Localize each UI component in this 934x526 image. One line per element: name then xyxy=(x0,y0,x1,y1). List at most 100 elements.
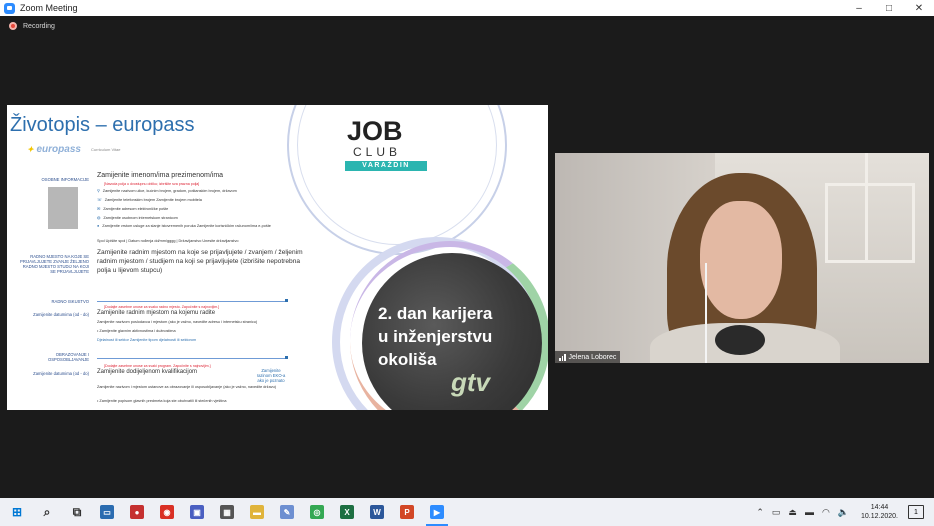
dates-experience: Zamijenite datumima (od - do) xyxy=(33,312,89,317)
location-icon: ⚲ xyxy=(97,189,100,193)
event-line-2: u inženjerstvu xyxy=(378,327,493,346)
record-icon xyxy=(9,22,17,30)
start-button-icon: ⊞ xyxy=(11,505,23,519)
app-explorer-icon: ▬ xyxy=(250,505,264,519)
exp-line-3: Djelatnost ili sektor Zamijenite tipom d… xyxy=(97,338,197,342)
edu-line-1: Zamijenite nazivom i mjestom ustanove za… xyxy=(97,385,276,389)
shared-screen-slide: Životopis – europass ✦ europass Curricul… xyxy=(7,105,548,410)
app-paint-icon: ✎ xyxy=(280,505,294,519)
divider-end xyxy=(285,356,288,359)
edu-line-2: • Zamijenite popisom glavnih predmeta ko… xyxy=(97,399,227,403)
app-drawing[interactable]: ▣ xyxy=(182,498,212,526)
position-text: Zamijenite radnim mjestom na koje se pri… xyxy=(97,249,303,274)
notification-icon[interactable]: 1 xyxy=(908,505,924,519)
app-zoom[interactable]: ▶ xyxy=(422,498,452,526)
recording-indicator[interactable]: Recording xyxy=(9,22,55,30)
job-club-city: VARAŽDIN xyxy=(345,161,427,171)
window-title: Zoom Meeting xyxy=(20,3,78,13)
volume-icon[interactable]: 🔈 xyxy=(838,507,849,518)
signal-icon xyxy=(559,353,566,361)
phone-icon: ☏ xyxy=(97,198,102,202)
recording-label: Recording xyxy=(23,22,55,30)
job-club-logo: JOB CLUB VARAŽDIN xyxy=(341,116,429,172)
clock[interactable]: 14:44 10.12.2020. xyxy=(861,503,898,521)
participant-face xyxy=(700,201,782,319)
contact-website: ◍ Zamijenite osobnom internetskom stranic… xyxy=(97,216,178,220)
app-powerpoint[interactable]: P xyxy=(392,498,422,526)
app-chrome-red[interactable]: ◉ xyxy=(152,498,182,526)
usb-icon[interactable]: ⏏ xyxy=(788,507,797,518)
zoom-app-icon xyxy=(4,2,15,14)
app-stop-icon: ● xyxy=(130,505,144,519)
search-button-icon: ⌕ xyxy=(43,504,51,519)
event-line-1: 2. dan karijera xyxy=(378,304,493,323)
earphone-cable xyxy=(705,263,707,363)
app-chrome[interactable]: ◎ xyxy=(302,498,332,526)
app-word-icon: W xyxy=(370,505,384,519)
task-view-button-icon: ⧉ xyxy=(72,504,82,519)
wifi-icon[interactable]: ◠ xyxy=(822,507,830,518)
europass-logo: ✦ europass xyxy=(27,144,81,155)
app-excel-icon: X xyxy=(340,505,354,519)
section-position: RADNO MJESTO NA KOJE SE PRIJAVLJUJETE ZV… xyxy=(20,254,89,274)
app-zoom-icon: ▶ xyxy=(430,505,444,519)
taskbar-apps: ⊞ ⌕ ⧉ ▭ ● ◉ ▣ ▦ ▬ ✎ ◎ X W P ▶ xyxy=(2,498,452,526)
participant-name: Jelena Loborec xyxy=(568,353,617,361)
system-tray: ⌃ ▭ ⏏ ▬ ◠ 🔈 14:44 10.12.2020. 1 xyxy=(752,498,934,526)
divider-end xyxy=(285,299,288,302)
app-powerpoint-icon: P xyxy=(400,505,414,519)
edu-title: Zamijenite dodijeljenom kvalifikacijom xyxy=(97,369,198,375)
app-calculator-icon: ▦ xyxy=(220,505,234,519)
dates-education: Zamijenite datumima (od - do) xyxy=(33,371,89,376)
app-desktop-icon: ▭ xyxy=(100,505,114,519)
window-controls: – □ ✕ xyxy=(844,0,934,16)
cv-name: Zamijenite imenom/ima prezimenom/ima xyxy=(97,172,224,179)
chevron-up-icon[interactable]: ⌃ xyxy=(756,507,764,518)
participant-video[interactable]: Jelena Loborec xyxy=(555,153,929,363)
job-club-word: JOB xyxy=(347,116,403,146)
task-view-button[interactable]: ⧉ xyxy=(62,498,92,526)
app-chrome-icon: ◎ xyxy=(310,505,324,519)
exp-red-note: [Dodajte zasebne unose za svako radno mj… xyxy=(104,305,220,309)
background-shelf xyxy=(865,153,905,263)
title-bar: Zoom Meeting – □ ✕ xyxy=(0,0,934,16)
cv-red-note: [Navoda polja u dvostupnu obliku; izbriš… xyxy=(104,182,200,186)
app-calculator[interactable]: ▦ xyxy=(212,498,242,526)
section-personal: OSOBNE INFORMACIJE xyxy=(41,177,89,182)
globe-icon: ◍ xyxy=(97,216,101,220)
contact-messaging: ● Zamijenite vrstom usluge za slanje isto… xyxy=(97,224,271,228)
app-excel[interactable]: X xyxy=(332,498,362,526)
network-icon[interactable]: ▬ xyxy=(805,507,814,517)
app-drawing-icon: ▣ xyxy=(190,505,204,519)
cv-label: Curriculum Vitae xyxy=(91,147,121,152)
section-education: OBRAZOVANJE I OSPOSOBLJAVANJE xyxy=(47,352,89,362)
battery-icon[interactable]: ▭ xyxy=(772,507,781,518)
app-paint[interactable]: ✎ xyxy=(272,498,302,526)
section-experience: RADNO ISKUSTVO xyxy=(51,299,89,304)
chat-icon: ● xyxy=(97,224,100,228)
minimize-button[interactable]: – xyxy=(844,0,874,16)
maximize-button[interactable]: □ xyxy=(874,0,904,16)
app-word[interactable]: W xyxy=(362,498,392,526)
email-icon: ✉ xyxy=(97,207,101,211)
participant-name-tag: Jelena Loborec xyxy=(555,351,621,363)
slide-title: Životopis – europass xyxy=(10,114,195,136)
personal-details: Spol Upišite spol | Datum rođenja dd/mm/… xyxy=(97,239,239,243)
job-club-club: CLUB xyxy=(353,145,402,159)
app-stop[interactable]: ● xyxy=(122,498,152,526)
divider xyxy=(97,301,287,302)
close-button[interactable]: ✕ xyxy=(904,0,934,16)
clock-time: 14:44 xyxy=(870,504,889,511)
edu-eqf-note: Zamijenite razinom EKO-a ako je poznato xyxy=(256,368,286,383)
notification-count: 1 xyxy=(914,508,918,516)
app-explorer[interactable]: ▬ xyxy=(242,498,272,526)
app-desktop[interactable]: ▭ xyxy=(92,498,122,526)
exp-line-2: • Zamijenite glavnim aktivnostima i dužn… xyxy=(97,329,176,333)
divider xyxy=(97,358,287,359)
start-button[interactable]: ⊞ xyxy=(2,498,32,526)
app-chrome-red-icon: ◉ xyxy=(160,505,174,519)
zoom-window: Zoom Meeting – □ ✕ Recording Životopis –… xyxy=(0,0,934,526)
gtv-logo: gtv xyxy=(451,367,490,397)
search-button[interactable]: ⌕ xyxy=(32,498,62,526)
exp-line-1: Zamijenite nazivom poslodavca i mjestom … xyxy=(97,320,258,324)
